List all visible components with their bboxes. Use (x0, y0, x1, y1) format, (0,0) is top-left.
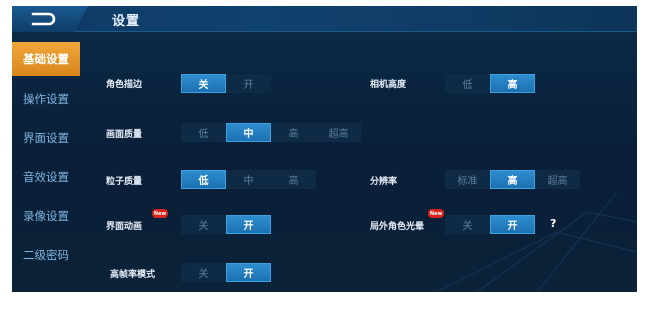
character-outline-on-option[interactable]: 开 (226, 74, 271, 93)
outside-halo-label: 局外角色光晕 (370, 222, 425, 232)
resolution-selector: 标准 高 超高 (445, 170, 580, 189)
resolution-label: 分辨率 (370, 177, 398, 187)
graphics-quality-selector: 低 中 高 超高 (181, 123, 361, 142)
sidebar-item-sound-settings[interactable]: 音效设置 (12, 160, 80, 194)
graphics-quality-medium-option[interactable]: 中 (226, 123, 271, 142)
high-fps-label: 高帧率模式 (110, 270, 156, 280)
camera-height-low-option[interactable]: 低 (445, 74, 490, 93)
resolution-standard-option[interactable]: 标准 (445, 170, 490, 189)
sidebar: 基础设置 操作设置 界面设置 音效设置 录像设置 二级密码 (12, 42, 80, 292)
particle-quality-medium-option[interactable]: 中 (226, 170, 271, 189)
ui-animation-label: 界面动画 (106, 222, 143, 232)
ui-animation-on-option[interactable]: 开 (226, 215, 271, 234)
resolution-ultra-option[interactable]: 超高 (535, 170, 580, 189)
graphics-quality-ultra-option[interactable]: 超高 (316, 123, 361, 142)
outside-halo-toggle: 关 开 (445, 215, 535, 234)
graphics-quality-low-option[interactable]: 低 (181, 123, 226, 142)
camera-height-high-option[interactable]: 高 (490, 74, 535, 93)
sidebar-item-ui-settings[interactable]: 界面设置 (12, 121, 80, 155)
sidebar-item-basic-settings[interactable]: 基础设置 (12, 42, 80, 76)
new-badge: New (152, 209, 168, 218)
particle-quality-selector: 低 中 高 (181, 170, 316, 189)
help-icon[interactable]: ? (550, 217, 556, 230)
settings-window: 设置 基础设置 操作设置 界面设置 音效设置 录像设置 二级密码 角色描边 关 … (12, 6, 637, 292)
settings-panel: 角色描边 关 开 相机高度 低 高 画面质量 低 中 高 超高 粒子质量 低 中… (80, 32, 637, 292)
camera-height-label: 相机高度 (370, 80, 407, 90)
particle-quality-label: 粒子质量 (106, 177, 143, 187)
sidebar-item-control-settings[interactable]: 操作设置 (12, 82, 80, 116)
character-outline-toggle: 关 开 (181, 74, 271, 93)
character-outline-off-option[interactable]: 关 (181, 74, 226, 93)
sidebar-item-secondary-password[interactable]: 二级密码 (12, 238, 80, 272)
high-fps-on-option[interactable]: 开 (226, 263, 271, 282)
graphics-quality-high-option[interactable]: 高 (271, 123, 316, 142)
character-outline-label: 角色描边 (106, 80, 143, 90)
particle-quality-low-option[interactable]: 低 (181, 170, 226, 189)
new-badge: New (428, 209, 444, 218)
outside-halo-on-option[interactable]: 开 (490, 215, 535, 234)
top-bar: 设置 (12, 6, 637, 32)
high-fps-toggle: 关 开 (181, 263, 271, 282)
ui-animation-off-option[interactable]: 关 (181, 215, 226, 234)
camera-height-toggle: 低 高 (445, 74, 535, 93)
page-title: 设置 (112, 14, 141, 29)
outside-halo-off-option[interactable]: 关 (445, 215, 490, 234)
graphics-quality-label: 画面质量 (106, 130, 143, 140)
back-button[interactable] (12, 6, 88, 32)
ui-animation-toggle: 关 开 (181, 215, 271, 234)
particle-quality-high-option[interactable]: 高 (271, 170, 316, 189)
resolution-high-option[interactable]: 高 (490, 170, 535, 189)
back-arrow-icon (31, 12, 56, 26)
sidebar-item-replay-settings[interactable]: 录像设置 (12, 199, 80, 233)
high-fps-off-option[interactable]: 关 (181, 263, 226, 282)
